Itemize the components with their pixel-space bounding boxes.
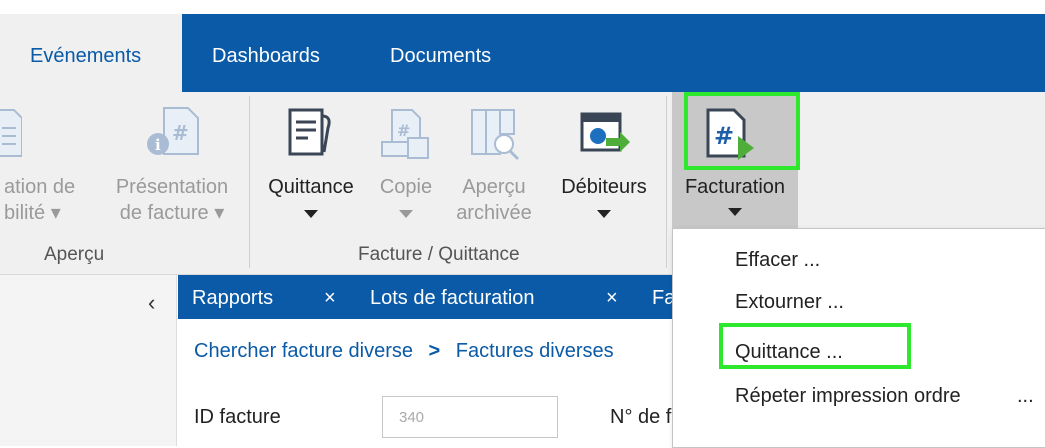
menu-item-extourner[interactable]: Extourner ...	[735, 291, 844, 314]
tab-label: Evénements	[30, 45, 142, 67]
id-facture-label: ID facture	[194, 406, 281, 428]
debiteurs-button[interactable]: Débiteurs	[548, 92, 660, 242]
svg-text:i: i	[155, 136, 161, 154]
menu-item-repeter-impression[interactable]: Répeter impression ordre	[735, 385, 961, 408]
button-label-line2: bilité ▾	[4, 202, 61, 224]
breadcrumb-current: Factures diverses	[455, 340, 614, 362]
quittance-button[interactable]: Quittance	[256, 92, 366, 242]
group-label-apercu: Aperçu	[44, 244, 105, 265]
chevron-down-icon	[399, 210, 413, 218]
button-label: Quittance	[268, 176, 354, 198]
doc-tab-lots-facturation[interactable]: Lots de facturation	[370, 275, 535, 319]
copie-button[interactable]: # Copie	[366, 92, 446, 242]
tab-dashboards[interactable]: Dashboards	[212, 14, 320, 92]
button-label-line1: Présentation	[115, 176, 229, 198]
svg-text:#: #	[172, 121, 189, 145]
group-separator	[249, 96, 250, 268]
button-label: Débiteurs	[561, 176, 647, 198]
facturation-menu: Effacer ... Extourner ... Quittance ... …	[672, 228, 1045, 448]
tab-label: Lots de facturation	[370, 287, 535, 309]
breadcrumb-link[interactable]: Chercher facture diverse	[194, 340, 413, 362]
button-label-line1: Aperçu	[462, 176, 526, 198]
invoice-info-icon: # i	[147, 107, 199, 155]
doc-tab-rapports[interactable]: Rapports	[192, 275, 273, 319]
menu-item-effacer[interactable]: Effacer ...	[735, 249, 820, 272]
button-label-line1: ation de	[4, 176, 76, 198]
presentation-comptabilite-button[interactable]: ation de bilité ▾	[0, 92, 100, 242]
copy-print-icon: #	[381, 109, 429, 159]
id-facture-field[interactable]: 340	[382, 396, 558, 438]
collapse-panel-icon[interactable]: ‹	[148, 290, 155, 316]
ribbon-tab-bar: Evénements Dashboards Documents	[0, 14, 1045, 92]
group-label-facture-quittance: Facture / Quittance	[358, 244, 520, 265]
highlight-facturation-icon	[684, 92, 800, 170]
button-label: Copie	[379, 176, 433, 198]
document-tab-bar: Rapports × Lots de facturation × Fa	[178, 275, 678, 319]
close-icon[interactable]: ×	[606, 275, 618, 319]
tab-documents[interactable]: Documents	[390, 14, 491, 92]
chevron-down-icon	[728, 208, 742, 216]
apercu-archivee-button[interactable]: Aperçu archivée	[446, 92, 542, 242]
button-label: Facturation	[684, 176, 786, 198]
more-icon: ...	[1017, 385, 1034, 407]
tab-label: Rapports	[192, 287, 274, 309]
chevron-down-icon	[304, 210, 318, 218]
window-arrow-icon	[580, 112, 630, 152]
group-separator	[666, 96, 667, 268]
chevron-down-icon	[597, 210, 611, 218]
presentation-facture-button[interactable]: # i Présentation de facture ▾	[100, 92, 244, 242]
tab-label: Dashboards	[212, 45, 320, 67]
receipt-icon	[288, 108, 331, 156]
archive-search-icon	[471, 109, 520, 161]
breadcrumb-separator: >	[428, 340, 441, 362]
breadcrumb: Chercher facture diverse > Factures dive…	[194, 340, 614, 363]
close-icon[interactable]: ×	[324, 275, 336, 319]
tab-evenements[interactable]: Evénements	[0, 14, 182, 92]
button-label-line2: de facture ▾	[119, 202, 225, 224]
document-icon	[0, 109, 22, 157]
tab-label: Documents	[390, 45, 492, 67]
button-label-line2: archivée	[456, 202, 532, 224]
highlight-quittance-item	[719, 323, 911, 369]
